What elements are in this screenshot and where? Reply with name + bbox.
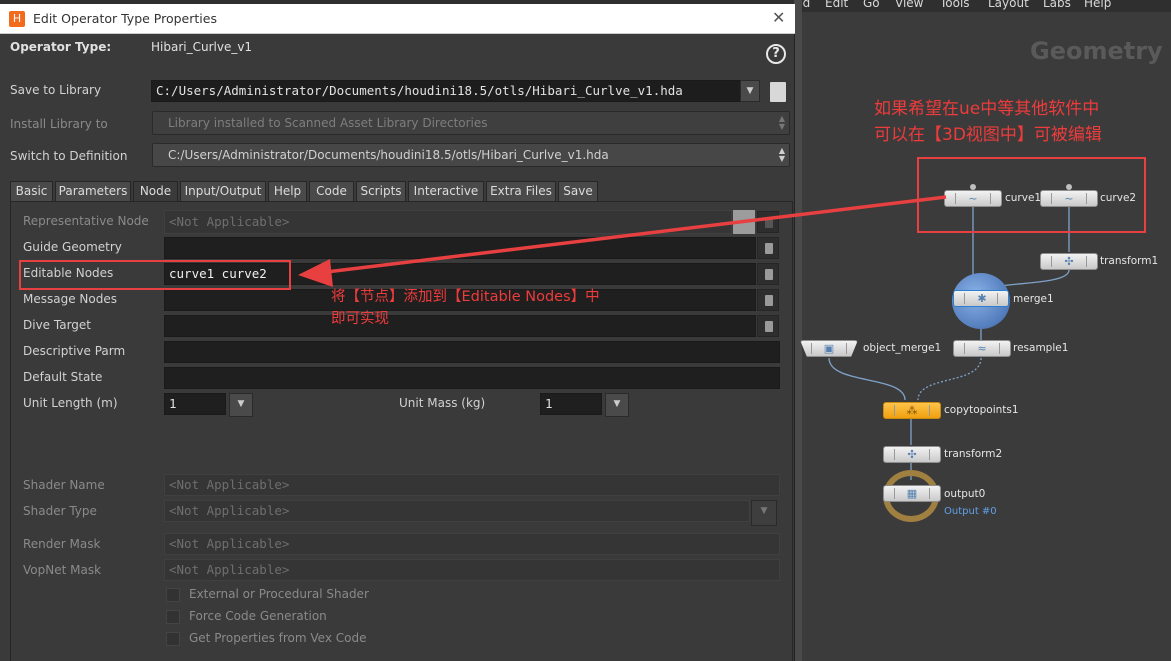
screen: Add Edit Go View Tools Layout Labs Help … [0,0,1171,661]
annotation-arrow-icon [298,195,947,287]
